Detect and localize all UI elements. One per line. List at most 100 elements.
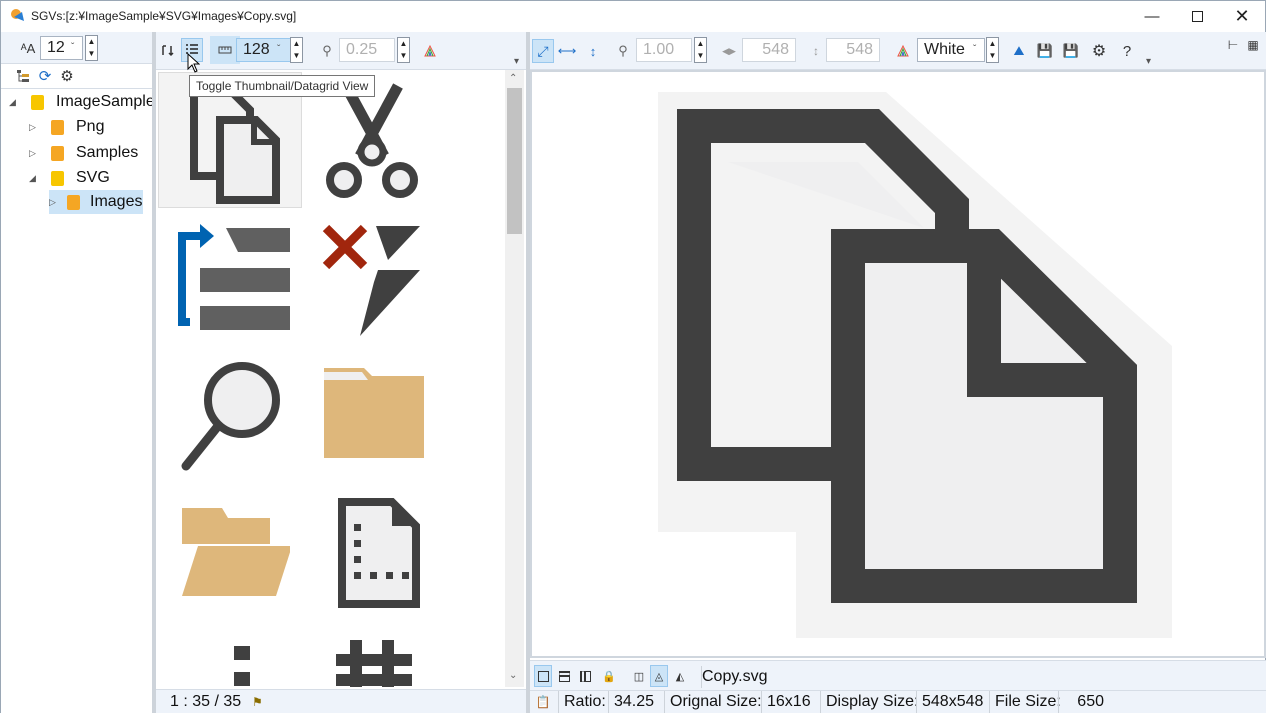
thumb-size-spinner[interactable]: ▲ ▼	[290, 37, 303, 63]
color-picker-icon[interactable]	[422, 40, 438, 62]
collapsed-arrow-icon: ▷	[29, 147, 36, 158]
scroll-down-icon[interactable]: ⌄	[509, 670, 517, 681]
thumbnail-folder-open[interactable]	[158, 480, 302, 616]
colon-icon	[234, 646, 250, 686]
fit-diagonal-button[interactable]: ⤢	[532, 39, 554, 63]
thumb-zoom-spinner[interactable]: ▲ ▼	[397, 37, 410, 63]
font-toolbar: ᴬA 12 ˇ ▲ ▼	[1, 32, 152, 64]
original-size-value: 16x16	[761, 691, 815, 713]
app-window: SGVs:[z:¥ImageSample¥SVG¥Images¥Copy.svg…	[0, 0, 1266, 713]
compare-right-icon[interactable]: ◭	[671, 665, 689, 687]
tree-item-label: Samples	[76, 144, 139, 161]
collapsed-arrow-icon: ▷	[29, 121, 36, 132]
tree-view-icon[interactable]	[15, 65, 31, 87]
height-icon: ↕	[813, 44, 819, 58]
font-size-spinner[interactable]: ▲ ▼	[85, 35, 98, 61]
compare-center-icon[interactable]: ◬	[650, 665, 668, 687]
fit-width-icon[interactable]: ⟷	[558, 40, 577, 62]
gear-icon[interactable]: ⚙	[59, 65, 75, 87]
overflow-icon[interactable]: ▾	[514, 56, 519, 67]
display-size-label: Display Size:	[820, 691, 918, 713]
file-size-label: File Size:	[989, 691, 1061, 713]
minimize-button[interactable]: —	[1129, 1, 1175, 32]
tree-item-svg[interactable]: ◢ SVG	[29, 166, 110, 190]
overflow-icon[interactable]: ▾	[1146, 56, 1151, 67]
folder-icon	[51, 145, 64, 161]
folder-icon	[51, 119, 64, 135]
original-size-label: Orignal Size:	[664, 691, 762, 713]
close-icon: ✕	[1234, 6, 1250, 26]
folder-icon	[67, 194, 80, 210]
thumbnail-more-1[interactable]	[158, 616, 302, 687]
image-icon[interactable]: ⛰	[1010, 40, 1028, 62]
thumbnail-more-2[interactable]	[300, 616, 444, 687]
pin-icon[interactable]: ⊢	[1224, 34, 1242, 56]
preview-zoom-combo[interactable]: 1.00	[636, 38, 692, 62]
tree-item-png[interactable]: ▷ Png	[29, 115, 104, 139]
indent-icon	[178, 224, 290, 330]
split-horizontal-icon[interactable]	[555, 665, 573, 687]
resize-diagonal-icon: ⤢	[537, 42, 549, 59]
color-picker-icon[interactable]	[895, 40, 911, 62]
height-field[interactable]: 548	[826, 38, 880, 62]
tree-item-label: SVG	[76, 169, 110, 186]
thumb-size-combo[interactable]: 128	[236, 38, 292, 62]
zoom-icon[interactable]: ⚲	[615, 40, 631, 62]
gear-icon[interactable]: ⚙	[1090, 40, 1108, 62]
ruler-icon	[218, 46, 232, 54]
refresh-icon[interactable]: ⟳	[37, 65, 53, 87]
folder-closed-icon	[324, 368, 424, 458]
tree-toolbar: ⟳ ⚙	[1, 64, 152, 89]
tree-item-imagesample[interactable]: ◢ ImageSample	[9, 90, 155, 114]
close-button[interactable]: ✕	[1219, 1, 1265, 32]
thumbnail-folder[interactable]	[300, 344, 444, 480]
font-size-combo[interactable]: 12	[40, 36, 83, 60]
tooltip: Toggle Thumbnail/Datagrid View	[189, 75, 376, 97]
tree-item-images[interactable]: ▷ Images	[49, 190, 143, 214]
folder-icon	[51, 170, 64, 186]
preview-zoom-spinner[interactable]: ▲ ▼	[694, 37, 707, 63]
chevron-down-icon: ˇ	[277, 44, 281, 55]
hash-icon	[336, 640, 412, 687]
expanded-arrow-icon: ◢	[9, 96, 16, 107]
folder-open-icon	[182, 508, 290, 596]
fit-height-icon[interactable]: ↕	[584, 40, 602, 62]
single-view-icon[interactable]	[534, 665, 552, 687]
clipboard-icon[interactable]: 📋	[534, 691, 552, 713]
ratio-value: 34.25	[608, 691, 660, 713]
magnifier-icon	[181, 362, 280, 471]
tree-item-samples[interactable]: ▷ Samples	[29, 141, 138, 165]
background-spinner[interactable]: ▲ ▼	[986, 37, 999, 63]
preview-toolbar: ⤢ ⟷ ↕ ⚲ 1.00 ▲ ▼ ◀▶ 548 ↕ 548 White ˇ ▲ ▼ …	[530, 32, 1266, 70]
thumbnail-toolbar: 128 ˇ ▲ ▼ ⚲ 0.25 ▲ ▼ ▾	[156, 32, 526, 70]
minimize-icon: —	[1144, 8, 1160, 25]
scroll-up-icon[interactable]: ⌃	[509, 73, 517, 84]
sort-icon[interactable]	[160, 39, 176, 61]
thumbnail-scrollbar[interactable]: ⌃ ⌄	[505, 70, 524, 687]
thumbnail-document[interactable]	[300, 480, 444, 616]
lock-icon[interactable]: 🔒	[600, 665, 618, 687]
thumbnail-grid: Toggle Thumbnail/Datagrid View	[156, 53, 504, 687]
thumbnail-indent[interactable]	[158, 208, 302, 344]
tree-item-label: Png	[76, 118, 105, 135]
zoom-icon[interactable]: ⚲	[319, 40, 335, 62]
preview-filename: Copy.svg	[701, 666, 768, 688]
split-vertical-icon[interactable]	[576, 665, 594, 687]
maximize-button[interactable]	[1174, 1, 1220, 32]
thumbnail-search[interactable]	[158, 344, 302, 480]
document-dots-icon	[338, 498, 420, 608]
compare-left-icon[interactable]: ◫	[630, 665, 648, 687]
width-icon: ◀▶	[722, 45, 736, 56]
width-field[interactable]: 548	[742, 38, 796, 62]
help-icon[interactable]: ?	[1119, 40, 1135, 62]
maximize-icon	[1191, 11, 1203, 22]
expanded-arrow-icon: ◢	[29, 172, 36, 183]
window-layout-icon[interactable]: ▦	[1244, 34, 1262, 56]
chevron-down-icon: ˇ	[71, 42, 75, 53]
thumbnail-clear[interactable]	[300, 208, 444, 344]
save-icon[interactable]: 💾	[1036, 40, 1054, 62]
thumb-zoom-combo[interactable]: 0.25	[339, 38, 395, 62]
title-bar: SGVs:[z:¥ImageSample¥SVG¥Images¥Copy.svg…	[1, 1, 1265, 32]
save-as-icon[interactable]: 💾	[1062, 40, 1080, 62]
scrollbar-thumb[interactable]	[507, 88, 522, 234]
